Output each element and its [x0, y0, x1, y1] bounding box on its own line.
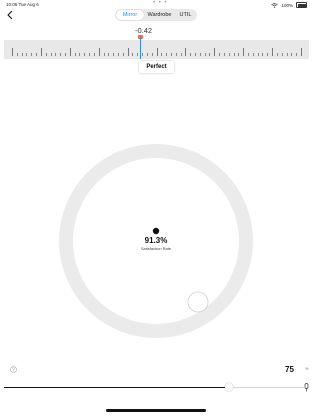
home-indicator[interactable] — [106, 409, 206, 412]
level-slider-fill — [4, 387, 229, 389]
slider-end-icon — [304, 383, 309, 392]
satisfaction-label: Satisfaction Rate — [140, 246, 172, 251]
level-slider-thumb[interactable] — [225, 383, 233, 391]
satisfaction-ring — [59, 144, 253, 338]
satisfaction-value: 91.3% — [144, 236, 168, 245]
ring-handle — [187, 291, 209, 313]
level-unit: % — [305, 366, 309, 371]
level-value: 75 — [285, 365, 294, 374]
help-icon[interactable] — [10, 366, 17, 373]
center-dot — [152, 227, 160, 235]
